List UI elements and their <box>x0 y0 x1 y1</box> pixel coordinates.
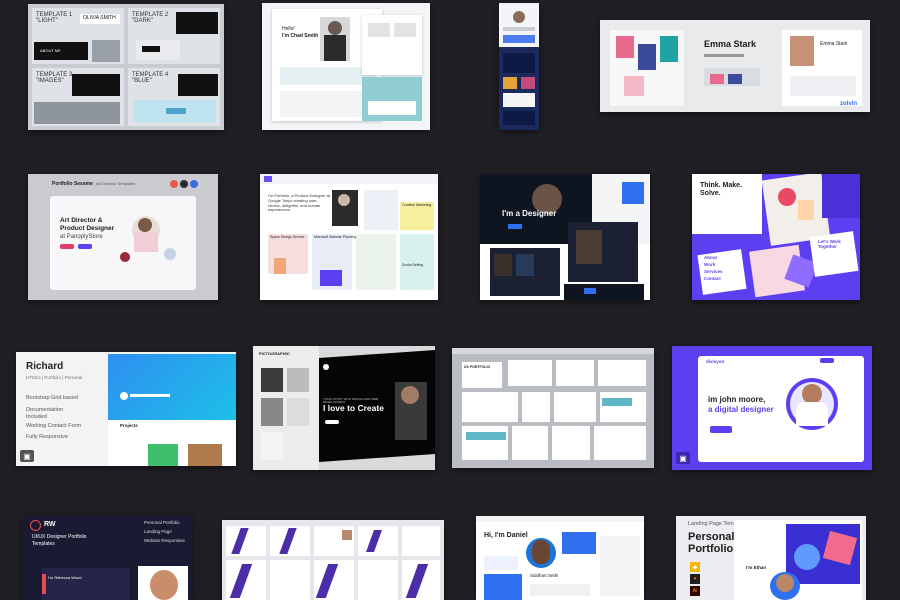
thumbnail-love-to-create[interactable]: PICTOGRAPHIC YOUR STORY WITH DESIGN AND … <box>253 346 435 470</box>
think-menu-3: Contact <box>704 276 721 281</box>
thumbnail-hello-portfolio[interactable]: Hello! I'm Chad Smith <box>262 3 430 130</box>
thumbnail-richard[interactable]: Richard HTML5 | Portfolio | Personal Boo… <box>16 352 236 466</box>
thumbnail-im-a-designer[interactable]: I'm a Designer <box>480 174 650 300</box>
tile-2: Microsoft Website Planning <box>314 235 357 239</box>
hello-name: I'm Chad Smith <box>282 33 319 39</box>
daniel-name: Siddhart Sethi <box>530 573 559 578</box>
template4-label: TEMPLATE 4 "BLUE" <box>132 72 169 85</box>
richard-feature-2: Documentation Included <box>26 407 63 420</box>
think-headline: Think. Make. Solve. <box>700 182 743 197</box>
tile-1: Space Design Service <box>270 235 305 239</box>
thumbnail-ux-screens[interactable]: UX PORTFOLIO <box>452 348 654 468</box>
richard-subtitle: HTML5 | Portfolio | Personal <box>26 375 83 380</box>
think-right-text: Let's Work Together <box>818 239 841 249</box>
think-menu-0: About <box>704 255 717 260</box>
richard-name: Richard <box>26 361 64 372</box>
portfolio-intro: I'm Portfolio, a Product Designer at Goo… <box>268 193 330 213</box>
moore-brand: divisyon <box>706 359 725 364</box>
richard-feature-3: Working Contact Form <box>26 423 81 429</box>
tile-3: Creative Marketing <box>402 203 432 207</box>
thumbnail-diagonal-screens[interactable] <box>222 520 444 600</box>
template2-label: TEMPLATE 2 "DARK" <box>132 12 169 25</box>
tag-icon[interactable]: ▣ <box>20 450 34 462</box>
moore-line-2: a digital designer <box>708 405 774 414</box>
thumbnail-daniel[interactable]: Hi, I'm Daniel Siddhart Sethi <box>476 516 644 600</box>
richard-feature-1: Bootstrap Grid based <box>26 395 78 401</box>
landing-title-2: Portfolio <box>688 543 734 555</box>
tile-4: Social Selling <box>402 263 424 267</box>
think-menu-1: Work <box>704 262 716 267</box>
hire-button[interactable] <box>710 426 732 433</box>
thumbnail-personal-portfolio[interactable]: Landing Page Template Personal Portfolio… <box>676 516 866 600</box>
sketch-icon: ◆ <box>690 562 700 572</box>
create-brand: PICTOGRAPHIC <box>259 351 290 356</box>
screens-label: UX PORTFOLIO <box>464 365 491 369</box>
rw-list-2: Landing Page <box>144 529 172 534</box>
template3-label: TEMPLATE 3 "IMAGES" <box>36 72 73 85</box>
panoply-headline-2: Product Designer <box>60 225 115 232</box>
richard-section: Projects <box>120 423 138 428</box>
about-label: ABOUT ME <box>40 48 61 53</box>
richard-feature-4: Fully Responsive <box>26 434 68 440</box>
illustrator-icon: Ai <box>690 586 700 596</box>
rw-list-1: Personal Portfolio <box>144 520 180 525</box>
name-label: OLIVIA SMITH <box>83 15 116 21</box>
thumbnail-think-make-solve[interactable]: Think. Make. Solve. About Work Services … <box>692 174 860 300</box>
panoply-subtitle: Art Director Templates <box>96 181 136 186</box>
thumbnail-portfolio-tiles[interactable]: I'm Portfolio, a Product Designer at Goo… <box>260 174 438 300</box>
template1-label: TEMPLATE 1 "LIGHT" <box>36 12 73 25</box>
figma-icon: ● <box>690 574 700 584</box>
tag-icon-2[interactable]: ▣ <box>676 452 690 464</box>
landing-person: I'm Ethan <box>746 565 767 570</box>
thumbnail-art-director[interactable]: Portfolio Sesame Art Director Templates … <box>28 174 218 300</box>
thumbnail-john-moore[interactable]: divisyon im john moore, a digital design… <box>672 346 872 470</box>
think-menu-2: Services <box>704 269 723 274</box>
landing-title-1: Personal <box>688 531 735 543</box>
create-headline: I love to Create <box>323 403 384 413</box>
thumbnail-templates-grid[interactable]: TEMPLATE 1 "LIGHT" OLIVIA SMITH ABOUT ME… <box>28 4 224 130</box>
thumbnail-rw[interactable]: RW UI/UX Designer Portfolio Templates Pe… <box>22 516 192 600</box>
rw-logo: RW <box>44 521 56 528</box>
daniel-title: Hi, I'm Daniel <box>484 532 528 539</box>
emma-name: Emma Stark <box>704 39 757 49</box>
gallery-page: { "templates_card": { "t1": "TEMPLATE 1\… <box>0 0 900 600</box>
emma-name-2: Emma Stark <box>820 41 848 47</box>
panoply-headline-1: Art Director & <box>60 217 103 224</box>
panoply-headline-3: at PanoplyStore <box>60 234 103 240</box>
rw-hello: I'm Rebecca Wood <box>48 575 82 580</box>
zolvin-badge: zolvin <box>840 101 858 107</box>
designer-title: I'm a Designer <box>502 209 557 218</box>
thumbnail-tall-portfolio[interactable] <box>499 3 539 130</box>
rw-list-3: Website Responsive <box>144 538 185 543</box>
hello-text: Hello! <box>282 26 295 32</box>
thumbnail-emma-stark[interactable]: Emma Stark Emma Stark zolvin <box>600 20 870 112</box>
moore-line-1: im john moore, <box>708 395 766 404</box>
rw-title: UI/UX Designer Portfolio Templates <box>32 534 87 547</box>
panoply-brand: Portfolio Sesame <box>52 181 93 187</box>
